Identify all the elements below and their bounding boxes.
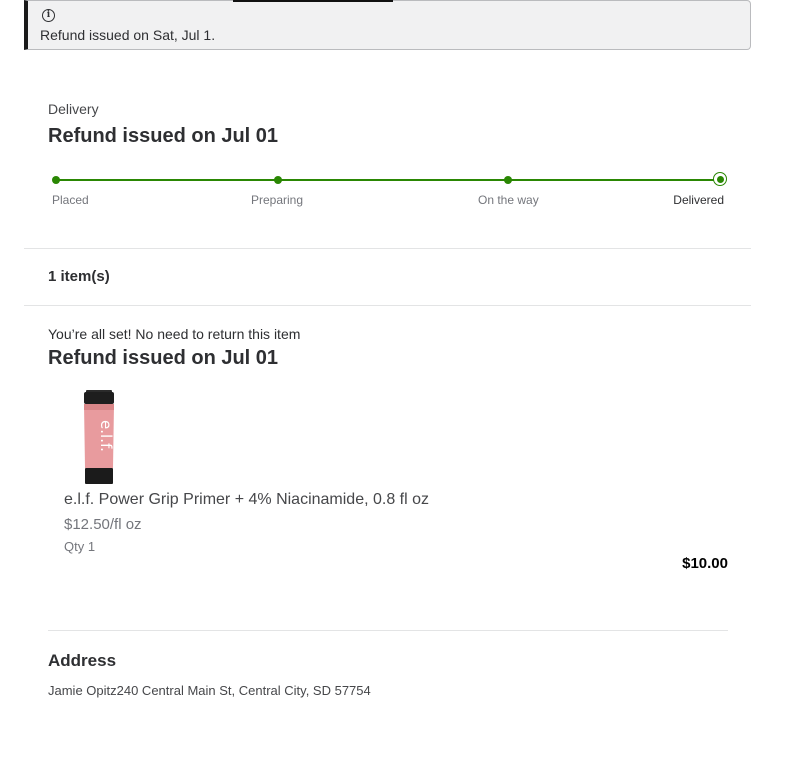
product-quantity: Qty 1 [64, 539, 96, 554]
step-label-placed: Placed [52, 193, 89, 207]
step-label-preparing: Preparing [251, 193, 304, 207]
refund-alert-banner: i Refund issued on Sat, Jul 1. [24, 0, 751, 50]
delivery-label: Delivery [48, 101, 99, 117]
item-status-title: Refund issued on Jul 01 [48, 347, 279, 369]
progress-line [56, 179, 720, 181]
delivery-progress-tracker: Placed Preparing On the way Delivered [48, 166, 728, 210]
alert-text: Refund issued on Sat, Jul 1. [40, 27, 216, 43]
address-text: Jamie Opitz240 Central Main St, Central … [48, 683, 371, 698]
product-name[interactable]: e.l.f. Power Grip Primer + 4% Niacinamid… [64, 491, 429, 509]
step-label-delivered: Delivered [673, 193, 724, 207]
section-divider [48, 630, 728, 631]
step-dot-delivered [713, 172, 727, 186]
alert-top-accent [233, 0, 393, 2]
delivery-status-title: Refund issued on Jul 01 [48, 125, 279, 147]
items-count: 1 item(s) [48, 268, 110, 285]
product-image[interactable]: e.l.f. [74, 388, 124, 488]
step-dot-preparing [274, 176, 282, 184]
product-price: $10.00 [682, 555, 728, 572]
section-divider [24, 248, 751, 249]
step-dot-on-the-way [504, 176, 512, 184]
return-note: You’re all set! No need to return this i… [48, 326, 301, 342]
step-label-on-the-way: On the way [478, 193, 539, 207]
info-icon: i [42, 9, 55, 22]
step-dot-placed [52, 176, 60, 184]
svg-text:e.l.f.: e.l.f. [97, 420, 115, 452]
product-unit-price: $12.50/fl oz [64, 516, 142, 533]
section-divider [24, 305, 751, 306]
address-heading: Address [48, 651, 117, 670]
